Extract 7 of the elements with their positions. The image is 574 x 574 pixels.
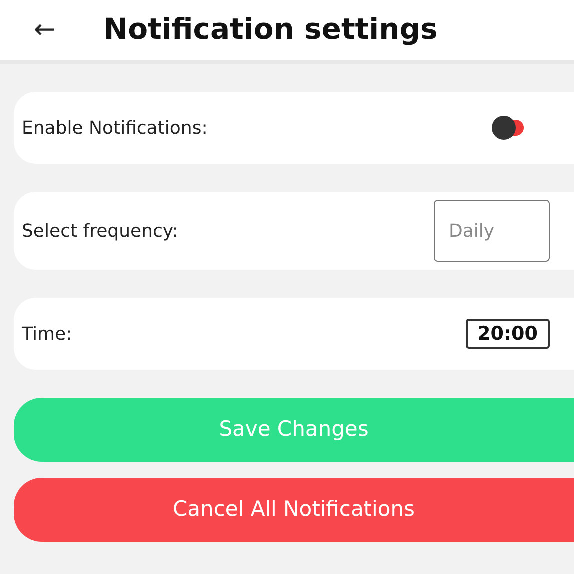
back-button[interactable]: ← <box>34 10 56 50</box>
setting-label: Time: <box>22 322 72 346</box>
setting-label: Select frequency: <box>22 220 178 244</box>
frequency-field[interactable]: Daily <box>434 200 550 262</box>
setting-label: Enable Notifications: <box>22 116 208 140</box>
page-title: Notification settings <box>104 11 438 48</box>
time-field[interactable]: 20:00 <box>466 319 550 349</box>
